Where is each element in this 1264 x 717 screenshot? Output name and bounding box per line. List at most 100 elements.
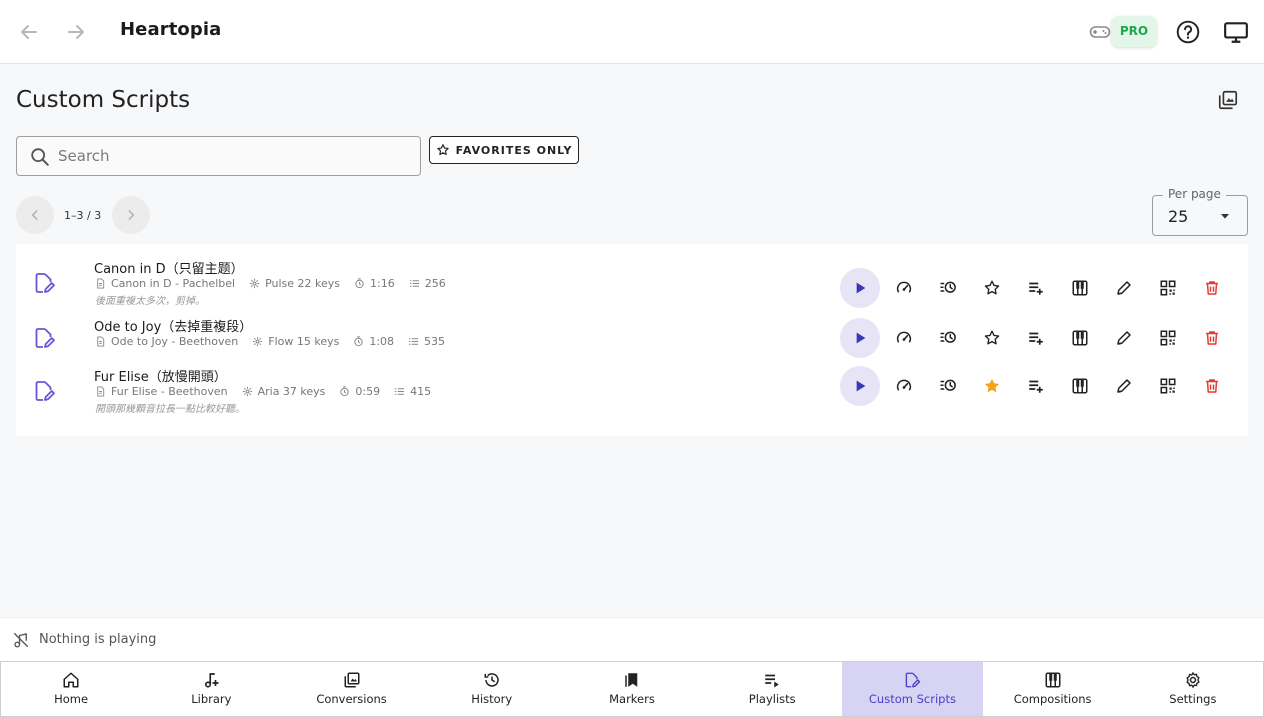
script-instrument: Flow 15 keys bbox=[252, 335, 339, 348]
script-note-count: 415 bbox=[394, 385, 431, 398]
piano-button[interactable] bbox=[1060, 318, 1100, 358]
nav-item-home[interactable]: Home bbox=[1, 662, 141, 716]
player-bar: Nothing is playing bbox=[0, 617, 1264, 661]
nav-item-library[interactable]: Library bbox=[141, 662, 281, 716]
piano-button[interactable] bbox=[1060, 268, 1100, 308]
script-name[interactable]: Canon in D（只留主题） bbox=[94, 258, 244, 277]
delete-button[interactable] bbox=[1192, 366, 1232, 406]
small-timer-icon bbox=[354, 278, 370, 289]
speed-button[interactable] bbox=[884, 268, 924, 308]
script-duration-text: 0:59 bbox=[355, 385, 381, 398]
script-source: Ode to Joy - Beethoven bbox=[95, 335, 238, 348]
nav-item-history[interactable]: History bbox=[422, 662, 562, 716]
add-to-playlist-button[interactable] bbox=[1016, 318, 1056, 358]
nav-label: Markers bbox=[609, 692, 655, 706]
script-instrument-text: Aria 37 keys bbox=[257, 385, 326, 398]
script-meta: Ode to Joy - Beethoven Flow 15 keys 1:08 53… bbox=[95, 335, 459, 348]
nav-label: Playlists bbox=[748, 692, 796, 706]
back-arrow-icon[interactable] bbox=[17, 20, 41, 44]
script-duration: 1:08 bbox=[353, 335, 394, 348]
search-input[interactable] bbox=[58, 137, 418, 175]
pro-badge[interactable]: PRO bbox=[1111, 16, 1157, 47]
small-timer-icon bbox=[339, 386, 355, 397]
history-button[interactable] bbox=[928, 268, 968, 308]
piano-button[interactable] bbox=[1060, 366, 1100, 406]
add-to-playlist-button[interactable] bbox=[1016, 366, 1056, 406]
nav-item-settings[interactable]: Settings bbox=[1123, 662, 1263, 716]
history-button[interactable] bbox=[928, 318, 968, 358]
small-doc-icon bbox=[95, 336, 111, 347]
gamepad-icon[interactable] bbox=[1088, 20, 1112, 44]
star-outline-icon bbox=[436, 143, 450, 157]
speed-button[interactable] bbox=[884, 318, 924, 358]
qr-code-button[interactable] bbox=[1148, 366, 1188, 406]
script-name[interactable]: Ode to Joy（去掉重複段） bbox=[94, 316, 252, 335]
nav-label: Custom Scripts bbox=[868, 692, 956, 706]
script-note-count-text: 415 bbox=[410, 385, 432, 398]
script-name[interactable]: Fur Elise（放慢開頭） bbox=[94, 366, 227, 385]
per-page-label: Per page bbox=[1163, 187, 1226, 201]
next-page-button[interactable] bbox=[112, 196, 150, 234]
forward-arrow-icon[interactable] bbox=[64, 20, 88, 44]
play-button[interactable] bbox=[840, 268, 880, 308]
delete-button[interactable] bbox=[1192, 268, 1232, 308]
script-comment: 開頭那幾顆音拉長一點比較好聽。 bbox=[95, 404, 245, 415]
music-note-add-icon bbox=[202, 671, 220, 689]
nav-label: Compositions bbox=[1013, 692, 1092, 706]
nav-item-playlists[interactable]: Playlists bbox=[702, 662, 842, 716]
script-instrument: Aria 37 keys bbox=[242, 385, 326, 398]
delete-button[interactable] bbox=[1192, 318, 1232, 358]
previous-page-button[interactable] bbox=[16, 196, 54, 234]
home-icon bbox=[62, 671, 80, 689]
nav-item-conversions[interactable]: Conversions bbox=[281, 662, 421, 716]
script-duration-text: 1:08 bbox=[369, 335, 395, 348]
favorites-only-label: FAVORITES ONLY bbox=[455, 143, 573, 157]
qr-code-button[interactable] bbox=[1148, 268, 1188, 308]
bottom-nav: Home Library Conversions History Markers Play… bbox=[0, 661, 1264, 717]
edit-button[interactable] bbox=[1104, 366, 1144, 406]
per-page-value: 25 bbox=[1168, 207, 1189, 226]
play-button[interactable] bbox=[840, 366, 880, 406]
script-source-text: Canon in D - Pachelbel bbox=[111, 277, 236, 290]
script-source-text: Fur Elise - Beethoven bbox=[111, 385, 228, 398]
favorite-button[interactable] bbox=[972, 366, 1012, 406]
script-list: Canon in D（只留主题） Canon in D - Pachelbel Pu… bbox=[16, 244, 1248, 436]
top-bar: Heartopia PRO bbox=[0, 0, 1264, 64]
script-duration: 0:59 bbox=[339, 385, 380, 398]
speed-button[interactable] bbox=[884, 366, 924, 406]
favorite-button[interactable] bbox=[972, 318, 1012, 358]
edit-document-icon bbox=[903, 671, 921, 689]
script-source: Fur Elise - Beethoven bbox=[95, 385, 228, 398]
script-source: Canon in D - Pachelbel bbox=[95, 277, 235, 290]
history-button[interactable] bbox=[928, 366, 968, 406]
favorites-only-button[interactable]: FAVORITES ONLY bbox=[429, 136, 579, 164]
help-icon[interactable] bbox=[1175, 19, 1201, 45]
pagination-range: 1–3 / 3 bbox=[64, 209, 102, 222]
nav-item-custom-scripts[interactable]: Custom Scripts bbox=[842, 662, 983, 716]
per-page-select[interactable]: Per page 25 bbox=[1152, 187, 1248, 236]
search-field[interactable] bbox=[16, 136, 421, 176]
edit-document-icon bbox=[32, 379, 56, 403]
script-duration: 1:16 bbox=[354, 277, 395, 290]
script-meta: Canon in D - Pachelbel Pulse 22 keys 1:16 2… bbox=[95, 277, 460, 290]
nav-item-compositions[interactable]: Compositions bbox=[983, 662, 1123, 716]
play-button[interactable] bbox=[840, 318, 880, 358]
open-folder-icon[interactable] bbox=[1217, 89, 1239, 111]
player-status: Nothing is playing bbox=[39, 632, 157, 647]
nav-item-markers[interactable]: Markers bbox=[562, 662, 702, 716]
script-row[interactable]: Canon in D（只留主题） Canon in D - Pachelbel Pu… bbox=[16, 252, 1248, 308]
favorite-button[interactable] bbox=[972, 268, 1012, 308]
small-doc-icon bbox=[95, 278, 111, 289]
small-gear-icon bbox=[249, 278, 265, 289]
small-doc-icon bbox=[95, 386, 111, 397]
script-row[interactable]: Fur Elise（放慢開頭） Fur Elise - Beethoven Aria… bbox=[16, 366, 1248, 422]
qr-code-button[interactable] bbox=[1148, 318, 1188, 358]
monitor-icon[interactable] bbox=[1223, 19, 1249, 45]
edit-button[interactable] bbox=[1104, 268, 1144, 308]
edit-button[interactable] bbox=[1104, 318, 1144, 358]
small-gear-icon bbox=[252, 336, 268, 347]
add-to-playlist-button[interactable] bbox=[1016, 268, 1056, 308]
script-instrument: Pulse 22 keys bbox=[249, 277, 340, 290]
script-row[interactable]: Ode to Joy（去掉重複段） Ode to Joy - Beethoven F… bbox=[16, 309, 1248, 365]
script-instrument-text: Flow 15 keys bbox=[268, 335, 340, 348]
